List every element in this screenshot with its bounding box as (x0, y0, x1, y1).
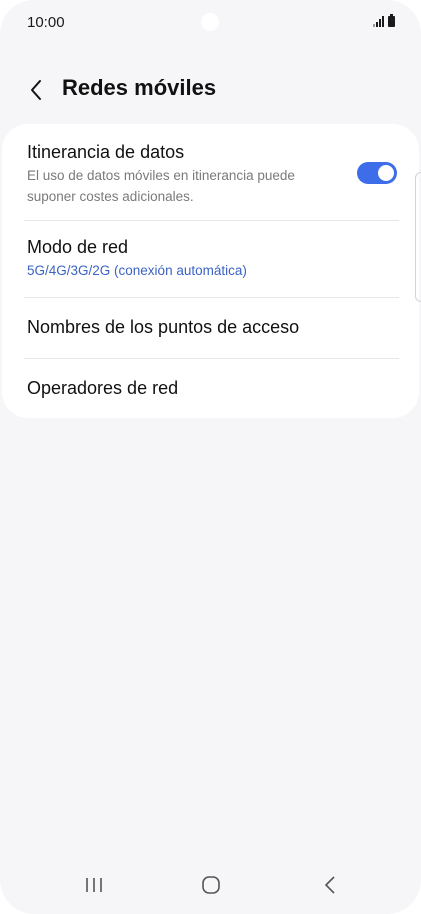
signal-icon (373, 15, 384, 27)
settings-card: Itinerancia de datos El uso de datos móv… (2, 124, 419, 418)
home-button[interactable] (191, 870, 231, 900)
network-mode-title: Modo de red (27, 237, 129, 257)
nav-back-button[interactable] (310, 870, 350, 900)
navigation-bar (0, 860, 421, 914)
access-point-names-title: Nombres de los puntos de acceso (27, 317, 300, 337)
status-icons (373, 14, 395, 27)
scroll-indicator[interactable] (415, 172, 421, 302)
network-mode-row[interactable]: Modo de red 5G/4G/3G/2G (conexión automá… (2, 221, 419, 297)
recent-apps-button[interactable] (74, 870, 114, 900)
phone-screen: 10:00 Redes móviles Itinerancia de datos… (0, 0, 421, 914)
data-roaming-row[interactable]: Itinerancia de datos El uso de datos móv… (2, 124, 419, 220)
header: Redes móviles (0, 70, 421, 110)
chevron-left-icon (31, 80, 41, 100)
camera-cutout (201, 13, 219, 31)
network-operators-row[interactable]: Operadores de red (2, 359, 419, 418)
page-title: Redes móviles (62, 75, 217, 100)
home-icon (202, 876, 220, 894)
recent-apps-icon (86, 878, 102, 892)
data-roaming-description: El uso de datos móviles en itinerancia p… (27, 168, 295, 204)
back-button[interactable] (22, 76, 50, 104)
access-point-names-row[interactable]: Nombres de los puntos de acceso (2, 298, 419, 358)
back-icon (325, 876, 335, 894)
status-time: 10:00 (27, 14, 65, 31)
toggle-knob (378, 165, 394, 181)
network-operators-title: Operadores de red (27, 378, 179, 398)
status-bar: 10:00 (0, 0, 421, 46)
data-roaming-toggle[interactable] (357, 162, 397, 184)
battery-icon (388, 14, 395, 27)
network-mode-value: 5G/4G/3G/2G (conexión automática) (27, 263, 247, 278)
data-roaming-title: Itinerancia de datos (27, 142, 185, 162)
